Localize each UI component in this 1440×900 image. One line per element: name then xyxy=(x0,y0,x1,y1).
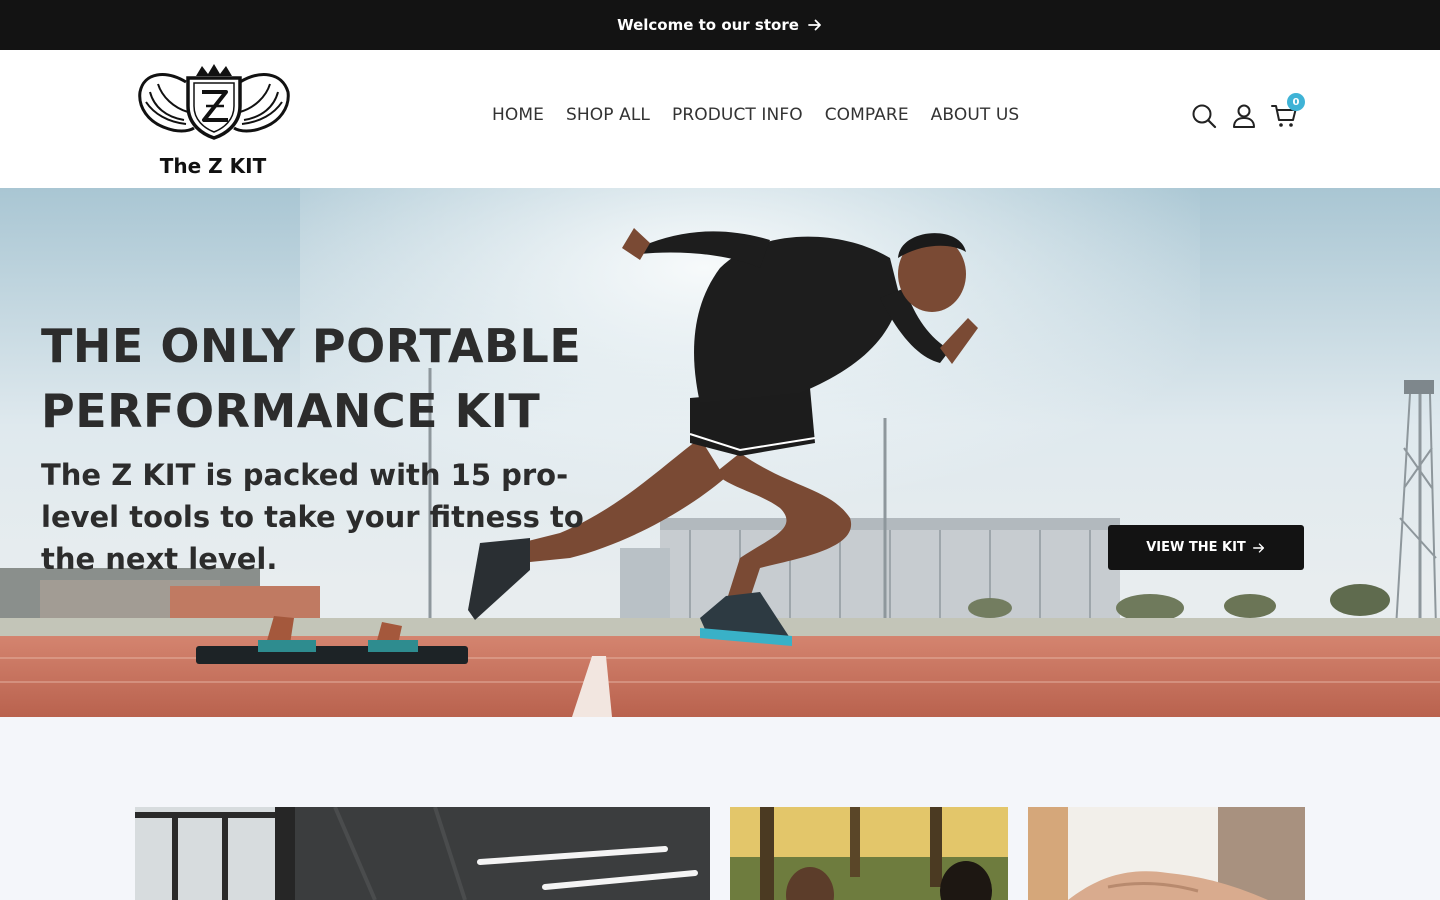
site-header: The Z KIT HOME SHOP ALL PRODUCT INFO COM… xyxy=(0,50,1440,188)
cart-count-badge: 0 xyxy=(1287,93,1305,111)
hero-title: THE ONLY PORTABLE PERFORMANCE KIT xyxy=(41,319,582,438)
feature-card-gym[interactable] xyxy=(135,807,710,900)
hero-banner: THE ONLY PORTABLE PERFORMANCE KIT The Z … xyxy=(0,188,1440,717)
arrow-right-icon xyxy=(808,19,821,31)
brand-logo[interactable]: The Z KIT xyxy=(136,62,294,178)
brand-name: The Z KIT xyxy=(159,154,267,178)
recovery-image xyxy=(1028,807,1305,900)
feature-card-outdoor[interactable] xyxy=(730,807,1008,900)
nav-item-shop-all[interactable]: SHOP ALL xyxy=(566,105,650,125)
feature-card-recovery[interactable] xyxy=(1028,807,1305,900)
nav-item-product-info[interactable]: PRODUCT INFO xyxy=(672,105,803,125)
gym-image xyxy=(135,807,710,900)
feature-cards-section xyxy=(0,717,1440,900)
announcement-text: Welcome to our store xyxy=(617,16,799,34)
view-kit-button[interactable]: VIEW THE KIT xyxy=(1108,525,1304,570)
nav-item-compare[interactable]: COMPARE xyxy=(825,105,909,125)
account-button[interactable] xyxy=(1230,102,1258,130)
arrow-right-icon xyxy=(1252,542,1264,553)
nav-item-about-us[interactable]: ABOUT US xyxy=(931,105,1020,125)
search-button[interactable] xyxy=(1190,102,1218,130)
outdoor-runners-image xyxy=(730,807,1008,900)
hero-subtitle: The Z KIT is packed with 15 pro-level to… xyxy=(41,458,584,576)
nav-item-home[interactable]: HOME xyxy=(492,105,544,125)
search-icon xyxy=(1192,104,1217,129)
view-kit-button-label: VIEW THE KIT xyxy=(1146,540,1246,555)
shield-wings-logo-icon xyxy=(138,64,290,140)
header-icons: 0 xyxy=(1190,93,1305,130)
user-icon xyxy=(1233,104,1255,128)
hero-background-image xyxy=(0,188,1440,717)
main-nav: HOME SHOP ALL PRODUCT INFO COMPARE ABOUT… xyxy=(492,105,1019,125)
cart-button[interactable]: 0 xyxy=(1270,93,1305,130)
announcement-bar[interactable]: Welcome to our store xyxy=(0,0,1440,50)
